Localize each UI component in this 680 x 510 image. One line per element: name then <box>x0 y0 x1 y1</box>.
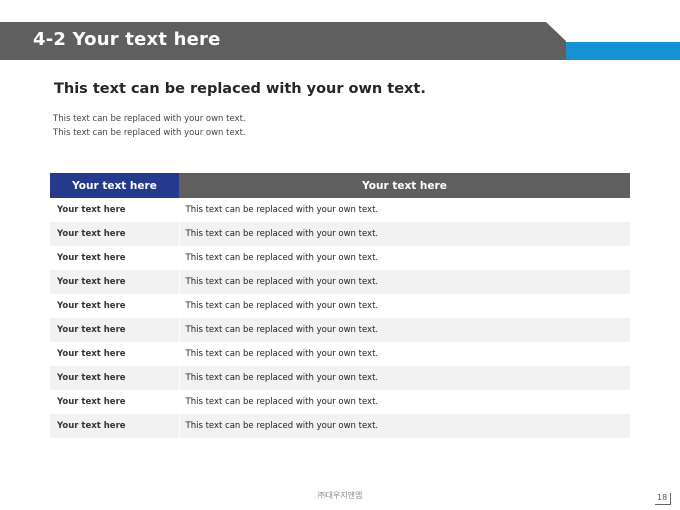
table-cell-label: Your text here <box>50 294 179 318</box>
table-cell-text: This text can be replaced with your own … <box>178 366 630 390</box>
table-row: Your text here This text can be replaced… <box>50 246 630 270</box>
table-cell-text: This text can be replaced with your own … <box>178 414 630 438</box>
table-cell-text: This text can be replaced with your own … <box>178 270 630 294</box>
description: This text can be replaced with your own … <box>53 112 246 140</box>
table-row: Your text here This text can be replaced… <box>50 198 630 222</box>
table-header-row: Your text here Your text here <box>50 173 630 198</box>
slide-title: 4-2 Your text here <box>33 29 221 50</box>
page-number: 18 <box>655 493 672 505</box>
table-row: Your text here This text can be replaced… <box>50 270 630 294</box>
table-cell-label: Your text here <box>50 366 179 390</box>
table-cell-label: Your text here <box>50 342 179 366</box>
footer-company: ㈜대우지앤엠 <box>317 491 363 500</box>
table-cell-label: Your text here <box>50 414 179 438</box>
accent-bar <box>566 42 680 60</box>
data-table: Your text here Your text here Your text … <box>50 173 630 438</box>
table-cell-text: This text can be replaced with your own … <box>178 318 630 342</box>
section-heading: This text can be replaced with your own … <box>54 81 426 97</box>
table-cell-text: This text can be replaced with your own … <box>178 198 630 222</box>
table-header-cell: Your text here <box>50 173 179 198</box>
table-cell-label: Your text here <box>50 198 179 222</box>
table-header-cell: Your text here <box>179 173 630 198</box>
table-cell-label: Your text here <box>50 270 179 294</box>
table-cell-label: Your text here <box>50 318 179 342</box>
table-cell-label: Your text here <box>50 222 179 246</box>
table-row: Your text here This text can be replaced… <box>50 414 630 438</box>
table-row: Your text here This text can be replaced… <box>50 294 630 318</box>
table-cell-text: This text can be replaced with your own … <box>178 294 630 318</box>
table-row: Your text here This text can be replaced… <box>50 342 630 366</box>
table-row: Your text here This text can be replaced… <box>50 222 630 246</box>
table-cell-text: This text can be replaced with your own … <box>178 222 630 246</box>
table-row: Your text here This text can be replaced… <box>50 366 630 390</box>
table-row: Your text here This text can be replaced… <box>50 390 630 414</box>
table-cell-label: Your text here <box>50 246 179 270</box>
description-line: This text can be replaced with your own … <box>53 114 246 124</box>
description-line: This text can be replaced with your own … <box>53 128 246 138</box>
table-cell-text: This text can be replaced with your own … <box>178 342 630 366</box>
table-cell-label: Your text here <box>50 390 179 414</box>
table-row: Your text here This text can be replaced… <box>50 318 630 342</box>
table-cell-text: This text can be replaced with your own … <box>178 246 630 270</box>
table-cell-text: This text can be replaced with your own … <box>178 390 630 414</box>
